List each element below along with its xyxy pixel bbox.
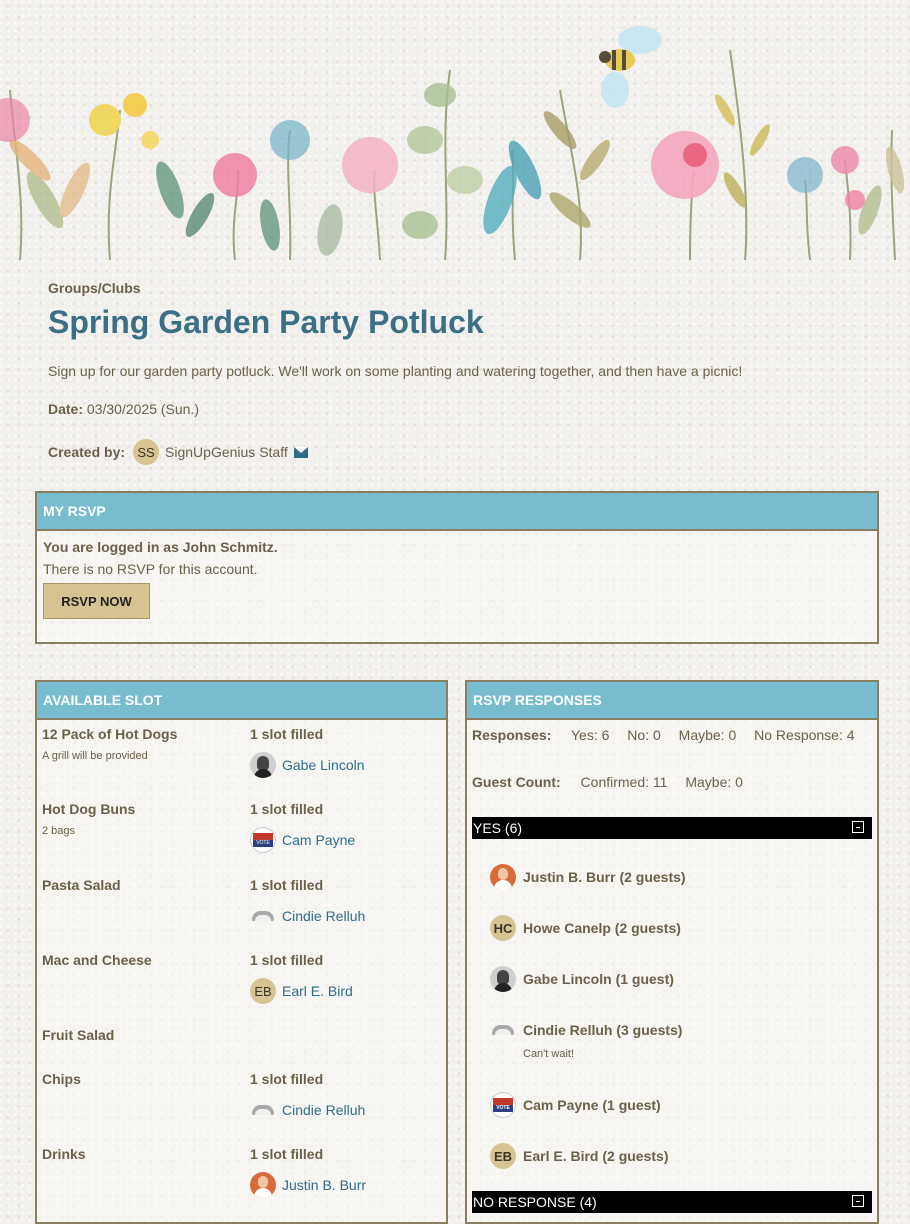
yes-count: Yes: 6: [571, 727, 610, 743]
responder-name: Cindie Relluh (3 guests): [523, 1022, 683, 1038]
slot-person[interactable]: Cindie Relluh: [250, 1097, 365, 1123]
slots-header: AVAILABLE SLOT: [37, 682, 446, 720]
responses-header: RSVP RESPONSES: [467, 682, 877, 720]
yes-group-label: YES (6): [473, 820, 523, 836]
maybe-count: Maybe: 0: [678, 727, 737, 743]
vote-button-avatar-icon: [490, 1092, 516, 1118]
slot-person[interactable]: Justin B. Burr: [250, 1172, 366, 1198]
floral-banner: [0, 0, 910, 260]
slot-name: Drinks: [42, 1146, 86, 1162]
event-header: Groups/Clubs Spring Garden Party Potluck…: [48, 280, 878, 465]
responder-name: Howe Canelp (2 guests): [523, 920, 681, 936]
responder-name: Earl E. Bird (2 guests): [523, 1148, 669, 1164]
collapse-icon[interactable]: [852, 1195, 864, 1207]
slot-row: Mac and Cheese 1 slot filled EB Earl E. …: [42, 952, 442, 1004]
email-icon[interactable]: [293, 446, 308, 458]
guest-count-label: Guest Count:: [472, 774, 561, 790]
slot-row: Pasta Salad 1 slot filled Cindie Relluh: [42, 877, 442, 924]
guest-count-summary: Guest Count: Confirmed: 11 Maybe: 0: [472, 774, 757, 790]
slot-name: Chips: [42, 1071, 81, 1087]
event-creator: Created by: SS SignUpGenius Staff: [48, 439, 878, 465]
event-category: Groups/Clubs: [48, 280, 141, 296]
lincoln-avatar-icon: [490, 966, 516, 992]
initials-avatar: HC: [490, 915, 516, 941]
rsvp-now-button[interactable]: RSVP NOW: [43, 583, 150, 619]
responder-row: Justin B. Burr (2 guests): [490, 864, 686, 890]
vote-button-avatar-icon: [250, 827, 276, 853]
slot-person-name[interactable]: Cam Payne: [282, 832, 355, 848]
my-rsvp-header: MY RSVP: [37, 493, 877, 531]
watercolor-flowers-illustration: [0, 26, 905, 260]
event-date: Date: 03/30/2025 (Sun.): [48, 401, 878, 417]
slot-status: 1 slot filled: [250, 726, 324, 742]
slot-name: Pasta Salad: [42, 877, 121, 893]
confirmed-count: Confirmed: 11: [580, 774, 668, 790]
responses-summary: Responses: Yes: 6 No: 0 Maybe: 0 No Resp…: [472, 727, 869, 743]
responder-row: Gabe Lincoln (1 guest): [490, 966, 674, 992]
date-value: 03/30/2025 (Sun.): [86, 401, 199, 417]
slot-status: 1 slot filled: [250, 952, 324, 968]
slot-person[interactable]: Cindie Relluh: [250, 903, 365, 929]
slot-note: A grill will be provided: [42, 750, 148, 762]
responder-comment: Can't wait!: [523, 1048, 575, 1060]
bee-icon: [599, 26, 662, 108]
slot-person-name[interactable]: Gabe Lincoln: [282, 757, 365, 773]
cloud-avatar-icon: [250, 1097, 276, 1123]
creator-avatar: SS: [133, 439, 160, 465]
photo-avatar-icon: [250, 1172, 276, 1198]
slot-status: 1 slot filled: [250, 1071, 324, 1087]
event-description: Sign up for our garden party potluck. We…: [48, 363, 743, 379]
date-label: Date:: [48, 401, 84, 417]
slot-name: Mac and Cheese: [42, 952, 152, 968]
slot-row: Drinks 1 slot filled Justin B. Burr: [42, 1146, 442, 1198]
initials-avatar: EB: [250, 978, 276, 1004]
responder-row: HC Howe Canelp (2 guests): [490, 915, 681, 941]
guest-maybe-count: Maybe: 0: [685, 774, 743, 790]
cloud-avatar-icon: [490, 1017, 516, 1043]
responses-label: Responses:: [472, 727, 552, 743]
responder-row: EB Earl E. Bird (2 guests): [490, 1143, 668, 1169]
slot-row: 12 Pack of Hot Dogs A grill will be prov…: [42, 726, 442, 778]
no-response-group-header[interactable]: NO RESPONSE (4): [472, 1191, 872, 1213]
slot-row: Chips 1 slot filled Cindie Relluh: [42, 1071, 442, 1118]
created-by-label: Created by:: [48, 444, 126, 460]
logged-in-text: You are logged in as John Schmitz.: [43, 539, 278, 555]
slot-person-name[interactable]: Cindie Relluh: [282, 1102, 365, 1118]
slot-row: Hot Dog Buns 2 bags 1 slot filled Cam Pa…: [42, 801, 442, 853]
photo-avatar-icon: [490, 864, 516, 890]
responder-row: Cam Payne (1 guest): [490, 1092, 661, 1118]
rsvp-responses-panel: RSVP RESPONSES Responses: Yes: 6 No: 0 M…: [465, 680, 879, 1224]
slot-name: 12 Pack of Hot Dogs: [42, 726, 178, 742]
slot-name: Hot Dog Buns: [42, 801, 136, 817]
slot-note: 2 bags: [42, 825, 76, 837]
slot-row: Fruit Salad: [42, 1027, 442, 1043]
lincoln-avatar-icon: [250, 752, 276, 778]
no-count: No: 0: [627, 727, 661, 743]
responder-name: Cam Payne (1 guest): [523, 1097, 661, 1113]
cloud-avatar-icon: [250, 903, 276, 929]
slot-status: 1 slot filled: [250, 801, 324, 817]
slot-person[interactable]: Cam Payne: [250, 827, 355, 853]
responder-row: Cindie Relluh (3 guests): [490, 1017, 682, 1043]
no-response-group-label: NO RESPONSE (4): [473, 1194, 597, 1210]
responder-name: Justin B. Burr (2 guests): [523, 869, 686, 885]
slot-person-name[interactable]: Earl E. Bird: [282, 983, 353, 999]
yes-group-header[interactable]: YES (6): [472, 817, 872, 839]
slot-status: 1 slot filled: [250, 1146, 324, 1162]
slot-person-name[interactable]: Cindie Relluh: [282, 908, 365, 924]
initials-avatar: EB: [490, 1143, 516, 1169]
slot-person[interactable]: Gabe Lincoln: [250, 752, 365, 778]
responder-name: Gabe Lincoln (1 guest): [523, 971, 674, 987]
collapse-icon[interactable]: [852, 821, 864, 833]
no-response-count: No Response: 4: [754, 727, 855, 743]
slot-status: 1 slot filled: [250, 877, 324, 893]
available-slots-panel: AVAILABLE SLOT 12 Pack of Hot Dogs A gri…: [35, 680, 448, 1224]
event-title: Spring Garden Party Potluck: [48, 304, 484, 340]
my-rsvp-panel: MY RSVP You are logged in as John Schmit…: [35, 491, 879, 644]
no-rsvp-text: There is no RSVP for this account.: [43, 561, 258, 577]
creator-name: SignUpGenius Staff: [165, 444, 288, 460]
slot-name: Fruit Salad: [42, 1027, 115, 1043]
slot-person-name[interactable]: Justin B. Burr: [282, 1177, 366, 1193]
slot-person[interactable]: EB Earl E. Bird: [250, 978, 353, 1004]
